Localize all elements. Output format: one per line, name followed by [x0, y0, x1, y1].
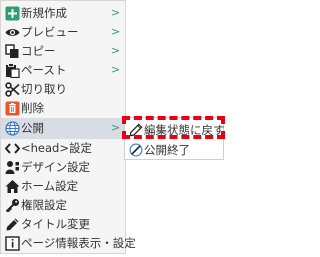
menu-item-rename-title[interactable]: タイトル変更	[1, 214, 125, 235]
pencil-icon	[129, 123, 143, 137]
submenu-item-label: 公開終了	[144, 143, 190, 157]
menu-item-preview[interactable]: プレビュー >	[1, 22, 125, 43]
menu-item-design-settings[interactable]: デザイン設定	[1, 157, 125, 178]
menu-item-permission-settings[interactable]: 権限設定	[1, 195, 125, 216]
publish-submenu: 編集状態に戻す 公開終了	[124, 117, 225, 160]
plus-square-icon	[5, 6, 20, 21]
menu-item-paste[interactable]: ペースト >	[1, 60, 125, 81]
menu-item-label: 削除	[21, 101, 44, 115]
menu-item-copy[interactable]: コピー >	[1, 41, 125, 62]
info-icon	[5, 236, 20, 251]
menu-item-home-settings[interactable]: ホーム設定	[1, 176, 125, 197]
menu-item-delete[interactable]: 削除	[1, 98, 125, 119]
globe-icon	[5, 121, 20, 136]
menu-item-label: 公開	[21, 121, 44, 135]
menu-item-label: プレビュー	[21, 25, 79, 39]
submenu-item-label: 編集状態に戻す	[144, 123, 225, 137]
submenu-arrow-icon: >	[111, 63, 121, 76]
submenu-item-unpublish[interactable]: 公開終了	[125, 140, 223, 160]
menu-item-publish[interactable]: 公開 >	[1, 118, 125, 139]
paste-icon	[5, 63, 20, 78]
scissors-icon	[5, 82, 20, 97]
key-icon	[5, 198, 20, 213]
submenu-arrow-icon: >	[111, 25, 121, 38]
menu-item-label: <head>設定	[21, 141, 92, 155]
home-icon	[5, 179, 20, 194]
menu-item-label: 新規作成	[21, 6, 67, 20]
trash-icon	[5, 101, 20, 116]
unpublish-icon	[129, 143, 143, 157]
menu-item-cut[interactable]: 切り取り	[1, 79, 125, 100]
menu-item-label: 権限設定	[21, 198, 67, 212]
menu-item-label: ページ情報表示・設定	[21, 236, 136, 250]
menu-item-label: ホーム設定	[21, 179, 79, 193]
menu-item-page-info[interactable]: ページ情報表示・設定	[1, 233, 136, 254]
user-design-icon	[5, 160, 20, 175]
eye-icon	[5, 25, 20, 40]
code-icon	[5, 141, 20, 156]
submenu-arrow-icon: >	[111, 6, 121, 19]
menu-item-label: 切り取り	[21, 82, 67, 96]
menu-item-new[interactable]: 新規作成 >	[1, 3, 125, 24]
menu-item-label: コピー	[21, 44, 56, 58]
pencil-icon	[5, 217, 20, 232]
menu-item-head-settings[interactable]: <head>設定	[1, 138, 125, 159]
submenu-item-revert-to-edit[interactable]: 編集状態に戻す	[125, 120, 225, 140]
menu-item-label: デザイン設定	[21, 160, 90, 174]
copy-icon	[5, 44, 20, 59]
menu-item-label: ペースト	[21, 63, 67, 77]
menu-item-label: タイトル変更	[21, 217, 90, 231]
context-menu: 新規作成 > プレビュー > コピー > ペースト > 切り取り 削除 公開 >…	[0, 0, 136, 254]
submenu-arrow-icon: >	[111, 44, 121, 57]
submenu-arrow-icon: >	[111, 121, 121, 134]
